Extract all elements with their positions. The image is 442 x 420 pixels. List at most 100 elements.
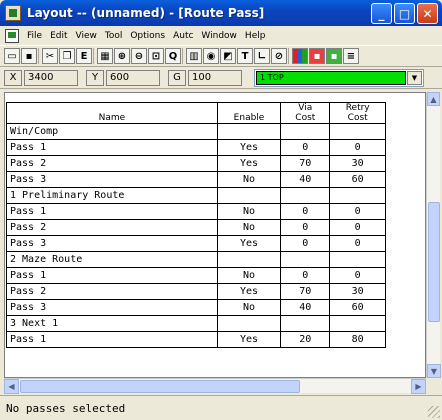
cell-via-cost[interactable]: 70: [280, 283, 331, 300]
resize-grip-icon[interactable]: [428, 406, 440, 418]
cell-name[interactable]: Pass 2: [6, 155, 218, 172]
table-row[interactable]: Pass 1 No 0 0: [6, 267, 386, 284]
cell-enable[interactable]: [216, 123, 282, 140]
menu-auto[interactable]: Autc: [169, 31, 197, 41]
cell-retry-cost[interactable]: 60: [329, 171, 386, 188]
cell-via-cost[interactable]: 0: [280, 203, 331, 220]
cell-retry-cost[interactable]: 0: [329, 267, 386, 284]
scroll-up-icon[interactable]: ▲: [427, 92, 440, 106]
minimize-button[interactable]: _: [371, 3, 392, 24]
cell-via-cost[interactable]: [280, 187, 331, 204]
cell-retry-cost[interactable]: 60: [329, 299, 386, 316]
cell-name[interactable]: Pass 3: [6, 299, 218, 316]
cell-via-cost[interactable]: [280, 123, 331, 140]
cell-name[interactable]: Pass 1: [6, 203, 218, 220]
cell-retry-cost[interactable]: 0: [329, 203, 386, 220]
header-via-cost[interactable]: Via Cost: [280, 102, 331, 124]
table-row[interactable]: Pass 1 No 0 0: [6, 203, 386, 220]
cell-via-cost[interactable]: 0: [280, 219, 331, 236]
text-icon[interactable]: T: [237, 48, 253, 64]
cell-enable[interactable]: No: [216, 267, 282, 284]
cell-via-cost[interactable]: 40: [280, 171, 331, 188]
cell-enable[interactable]: No: [216, 171, 282, 188]
cell-enable[interactable]: Yes: [216, 155, 282, 172]
cell-enable[interactable]: No: [216, 299, 282, 316]
cell-name[interactable]: 1 Preliminary Route: [6, 187, 218, 204]
cell-via-cost[interactable]: 40: [280, 299, 331, 316]
cell-via-cost[interactable]: 0: [280, 267, 331, 284]
app-icon[interactable]: [5, 5, 21, 21]
cell-retry-cost[interactable]: [329, 251, 386, 268]
header-name[interactable]: Name: [6, 102, 218, 124]
cell-via-cost[interactable]: 0: [280, 235, 331, 252]
zoom-area-icon[interactable]: ⊡: [148, 48, 164, 64]
cell-retry-cost[interactable]: 0: [329, 139, 386, 156]
table-row[interactable]: Pass 3 No 40 60: [6, 299, 386, 316]
menu-file[interactable]: File: [23, 31, 46, 41]
cell-enable[interactable]: Yes: [216, 283, 282, 300]
cell-name[interactable]: 3 Next 1: [6, 315, 218, 332]
cell-enable[interactable]: [216, 251, 282, 268]
no-icon[interactable]: ⊘: [271, 48, 287, 64]
cell-via-cost[interactable]: 70: [280, 155, 331, 172]
cell-enable[interactable]: [216, 187, 282, 204]
cell-retry-cost[interactable]: 0: [329, 219, 386, 236]
menu-edit[interactable]: Edit: [46, 31, 71, 41]
table-row[interactable]: Pass 2 No 0 0: [6, 219, 386, 236]
menu-help[interactable]: Help: [241, 31, 270, 41]
document-icon[interactable]: [5, 28, 19, 43]
cell-name[interactable]: Pass 1: [6, 139, 218, 156]
cell-via-cost[interactable]: 20: [280, 331, 331, 348]
zoom-out-icon[interactable]: ⊖: [131, 48, 147, 64]
menu-window[interactable]: Window: [197, 31, 241, 41]
chevron-down-icon[interactable]: ▼: [407, 70, 422, 85]
cell-enable[interactable]: Yes: [216, 139, 282, 156]
cell-retry-cost[interactable]: 30: [329, 283, 386, 300]
close-button[interactable]: ✕: [417, 3, 438, 24]
shape-icon[interactable]: ◩: [220, 48, 236, 64]
query-icon[interactable]: Q: [165, 48, 181, 64]
group-row[interactable]: Win/Comp: [6, 123, 386, 140]
route-icon[interactable]: ▪: [326, 48, 342, 64]
scroll-left-icon[interactable]: ◀: [4, 379, 19, 394]
copy-icon[interactable]: ❐: [59, 48, 75, 64]
table-row[interactable]: Pass 3 Yes 0 0: [6, 235, 386, 252]
cell-name[interactable]: Pass 2: [6, 283, 218, 300]
cell-via-cost[interactable]: 0: [280, 139, 331, 156]
cell-name[interactable]: Pass 1: [6, 331, 218, 348]
cell-name[interactable]: Pass 2: [6, 219, 218, 236]
scroll-thumb[interactable]: [428, 202, 440, 322]
menu-options[interactable]: Options: [126, 31, 169, 41]
cell-via-cost[interactable]: [280, 251, 331, 268]
cell-enable[interactable]: No: [216, 203, 282, 220]
table-row[interactable]: Pass 1 Yes 20 80: [6, 331, 386, 348]
color-icon[interactable]: [292, 48, 308, 64]
grid-icon[interactable]: ▦: [97, 48, 113, 64]
group-row[interactable]: 3 Next 1: [6, 315, 386, 332]
cell-name[interactable]: 2 Maze Route: [6, 251, 218, 268]
group-row[interactable]: 2 Maze Route: [6, 251, 386, 268]
cell-retry-cost[interactable]: [329, 123, 386, 140]
scroll-thumb-horizontal[interactable]: [20, 380, 300, 393]
scroll-down-icon[interactable]: ▼: [427, 364, 441, 378]
cell-enable[interactable]: Yes: [216, 331, 282, 348]
zoom-in-icon[interactable]: ⊕: [114, 48, 130, 64]
cell-name[interactable]: Win/Comp: [6, 123, 218, 140]
save-icon[interactable]: ▪: [21, 48, 37, 64]
cell-retry-cost[interactable]: [329, 315, 386, 332]
cell-name[interactable]: Pass 3: [6, 235, 218, 252]
layer-select[interactable]: 1 TOP ▼: [254, 68, 424, 87]
cell-enable[interactable]: [216, 315, 282, 332]
header-enable[interactable]: Enable: [216, 102, 282, 124]
component-icon[interactable]: ▥: [186, 48, 202, 64]
pin-icon[interactable]: ◉: [203, 48, 219, 64]
cell-enable[interactable]: No: [216, 219, 282, 236]
drc-icon[interactable]: ▪: [309, 48, 325, 64]
cell-via-cost[interactable]: [280, 315, 331, 332]
cell-retry-cost[interactable]: 80: [329, 331, 386, 348]
table-row[interactable]: Pass 1 Yes 0 0: [6, 139, 386, 156]
cell-name[interactable]: Pass 1: [6, 267, 218, 284]
cut-icon[interactable]: ✂: [42, 48, 58, 64]
header-retry-cost[interactable]: Retry Cost: [329, 102, 386, 124]
cell-retry-cost[interactable]: 30: [329, 155, 386, 172]
